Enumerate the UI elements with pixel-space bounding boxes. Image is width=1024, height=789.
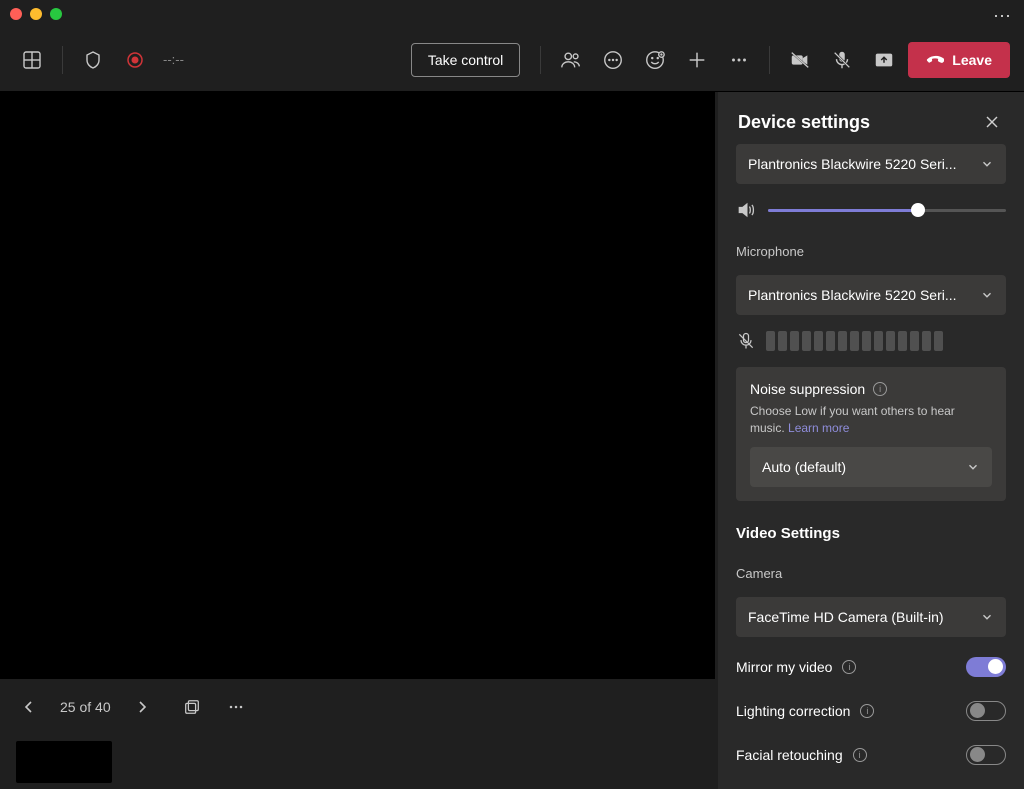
close-panel-button[interactable] — [980, 110, 1004, 134]
slider-fill — [768, 209, 918, 212]
presentation-stage[interactable] — [0, 92, 715, 679]
slider-thumb[interactable] — [911, 203, 925, 217]
facial-retouching-label: Facial retouching — [736, 747, 843, 763]
noise-suppression-value: Auto (default) — [762, 459, 846, 475]
mirror-video-label: Mirror my video — [736, 659, 832, 675]
presentation-main: 25 of 40 — [0, 92, 718, 789]
window-minimize-dot[interactable] — [30, 8, 42, 20]
call-duration: --:-- — [163, 52, 184, 67]
info-icon[interactable]: i — [860, 704, 874, 718]
more-actions-icon[interactable] — [721, 42, 757, 78]
microphone-label: Microphone — [736, 244, 1006, 259]
presentation-footer: 25 of 40 — [0, 679, 715, 735]
add-icon[interactable] — [679, 42, 715, 78]
meeting-toolbar: --:-- Take control L — [0, 28, 1024, 92]
window-titlebar: ⋯ — [0, 0, 1024, 28]
toolbar-separator — [540, 46, 541, 74]
camera-value: FaceTime HD Camera (Built-in) — [748, 609, 944, 625]
noise-suppression-title: Noise suppression — [750, 381, 865, 397]
facial-retouching-toggle[interactable] — [966, 745, 1006, 765]
info-icon[interactable]: i — [842, 660, 856, 674]
speaker-dropdown[interactable]: Plantronics Blackwire 5220 Seri... — [736, 144, 1006, 184]
thumbnail-strip — [0, 735, 715, 789]
shield-icon[interactable] — [75, 42, 111, 78]
panel-title: Device settings — [738, 112, 870, 133]
toolbar-separator — [62, 46, 63, 74]
share-screen-icon[interactable] — [866, 42, 902, 78]
chevron-down-icon — [980, 157, 994, 171]
people-icon[interactable] — [553, 42, 589, 78]
window-maximize-dot[interactable] — [50, 8, 62, 20]
leave-button[interactable]: Leave — [908, 42, 1010, 78]
pop-out-icon[interactable] — [179, 694, 205, 720]
video-settings-title: Video Settings — [736, 525, 1006, 542]
mirror-video-toggle[interactable] — [966, 657, 1006, 677]
camera-label: Camera — [736, 566, 1006, 581]
camera-dropdown[interactable]: FaceTime HD Camera (Built-in) — [736, 597, 1006, 637]
noise-suppression-card: Noise suppression i Choose Low if you wa… — [736, 367, 1006, 501]
next-slide-button[interactable] — [129, 694, 155, 720]
microphone-dropdown[interactable]: Plantronics Blackwire 5220 Seri... — [736, 275, 1006, 315]
prev-slide-button[interactable] — [16, 694, 42, 720]
hangup-icon — [926, 51, 944, 69]
gallery-view-icon[interactable] — [14, 42, 50, 78]
noise-suppression-desc: Choose Low if you want others to hear mu… — [750, 403, 992, 437]
speaker-value: Plantronics Blackwire 5220 Seri... — [748, 156, 957, 172]
slide-counter: 25 of 40 — [60, 699, 111, 715]
noise-suppression-dropdown[interactable]: Auto (default) — [750, 447, 992, 487]
toolbar-separator — [769, 46, 770, 74]
learn-more-link[interactable]: Learn more — [788, 421, 849, 435]
device-settings-panel: Device settings Plantronics Blackwire 52… — [718, 92, 1024, 789]
window-close-dot[interactable] — [10, 8, 22, 20]
chevron-down-icon — [980, 610, 994, 624]
titlebar-more-icon[interactable]: ⋯ — [993, 6, 1012, 27]
chevron-down-icon — [980, 288, 994, 302]
take-control-button[interactable]: Take control — [411, 43, 520, 77]
chat-icon[interactable] — [595, 42, 631, 78]
lighting-correction-label: Lighting correction — [736, 703, 850, 719]
info-icon[interactable]: i — [873, 382, 887, 396]
slide-thumbnail[interactable] — [16, 741, 112, 783]
mic-level-meter — [766, 331, 943, 351]
microphone-value: Plantronics Blackwire 5220 Seri... — [748, 287, 957, 303]
footer-more-icon[interactable] — [223, 694, 249, 720]
record-icon[interactable] — [117, 42, 153, 78]
lighting-correction-toggle[interactable] — [966, 701, 1006, 721]
speaker-volume-slider[interactable] — [768, 209, 1006, 212]
chevron-down-icon — [966, 460, 980, 474]
mic-off-icon[interactable] — [824, 42, 860, 78]
reactions-icon[interactable] — [637, 42, 673, 78]
info-icon[interactable]: i — [853, 748, 867, 762]
leave-label: Leave — [952, 52, 992, 68]
speaker-volume-icon — [736, 200, 756, 220]
mic-muted-icon — [736, 331, 756, 351]
camera-off-icon[interactable] — [782, 42, 818, 78]
